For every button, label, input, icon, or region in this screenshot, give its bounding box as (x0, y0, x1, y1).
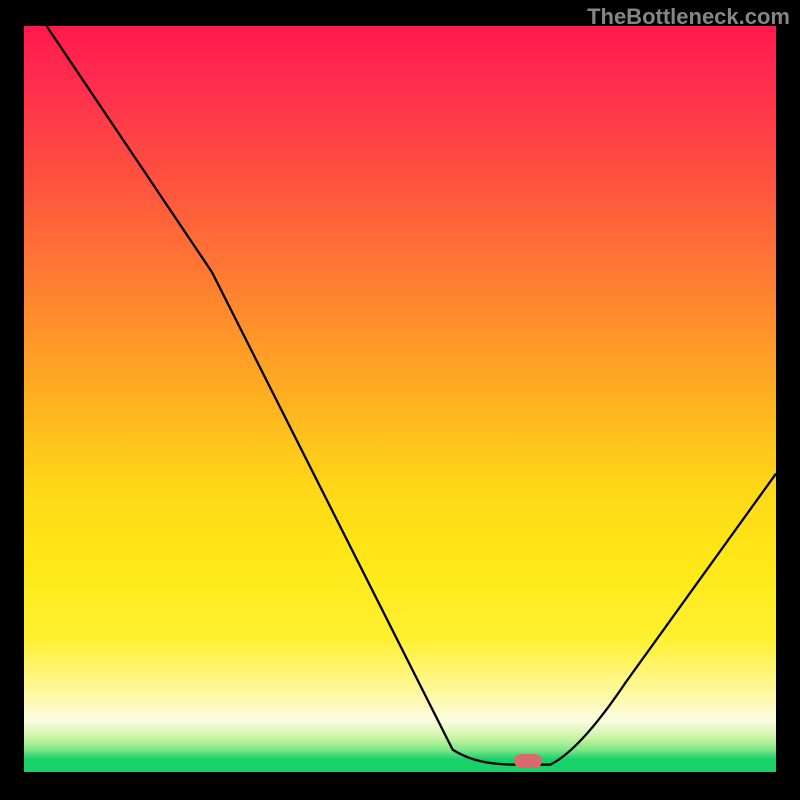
optimal-marker (514, 754, 542, 768)
watermark-text: TheBottleneck.com (587, 4, 790, 30)
chart-plot-area (24, 26, 776, 772)
bottleneck-curve (24, 26, 776, 772)
